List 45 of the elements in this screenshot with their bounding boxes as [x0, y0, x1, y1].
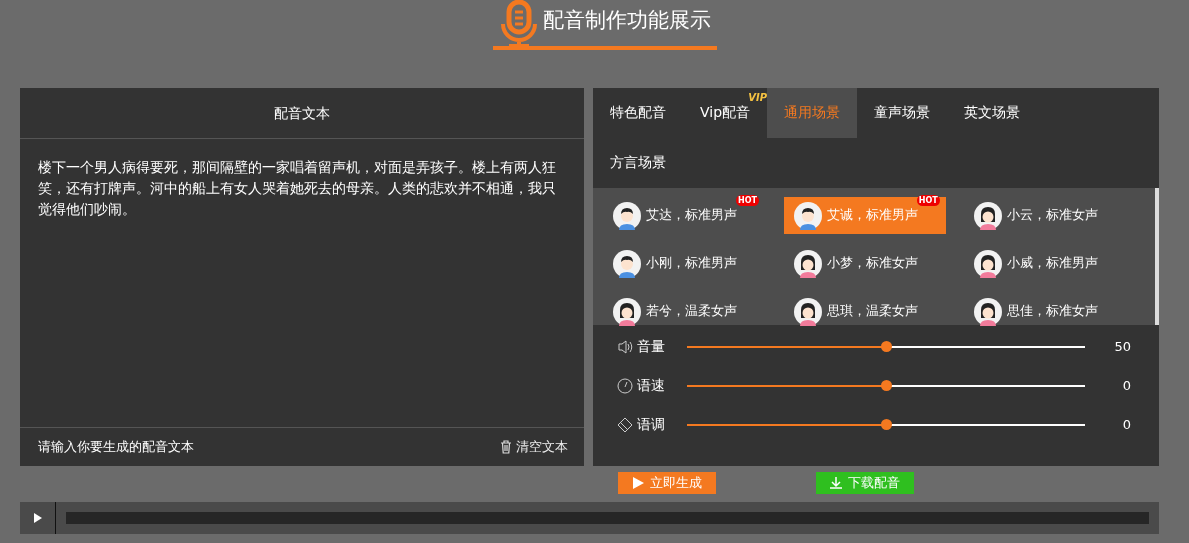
voice-item[interactable]: 小云，标准女声 [964, 197, 1127, 234]
slider-thumb[interactable] [881, 418, 892, 430]
hot-badge: HOT [736, 195, 759, 206]
voice-item[interactable]: 艾诚，标准男声 HOT [783, 197, 946, 234]
male-avatar-icon [793, 201, 822, 230]
slider-label: 语调 [637, 415, 666, 434]
text-area[interactable]: 楼下一个男人病得要死，那间隔壁的一家唱着留声机，对面是弄孩子。楼上有两人狂笑，还有打牌声。河中的船上有女人哭着她死去的母亲。人类的悲欢并不相通，我只觉得他们吵闹。 [20, 139, 584, 427]
male-avatar-icon [613, 201, 641, 230]
panel-title: 配音文本 [20, 88, 584, 139]
slider-thumb[interactable] [881, 340, 892, 352]
voice-item[interactable]: 小梦，标准女声 [783, 245, 946, 282]
hint-text: 请输入你要生成的配音文本 [38, 438, 194, 456]
slider-value: 0 [1121, 417, 1131, 432]
slider-value: 0 [1121, 378, 1131, 393]
tab[interactable]: 英文场景 [947, 88, 1038, 138]
download-icon [830, 477, 842, 489]
vip-label: VIP [748, 92, 768, 103]
female-avatar-icon [974, 201, 1003, 230]
slider-label: 语速 [637, 376, 666, 395]
female-avatar-icon [793, 249, 822, 278]
slider-label: 音量 [637, 337, 666, 356]
voice-item[interactable]: 艾达，标准男声 HOT [603, 197, 765, 234]
slider-thumb[interactable] [881, 379, 892, 391]
voice-item[interactable]: 小刚，标准男声 [603, 245, 765, 282]
page-title: 配音制作功能展示 [542, 7, 711, 34]
tab[interactable]: 童声场景 [857, 88, 948, 138]
voice-item[interactable]: 小威，标准男声 [964, 245, 1127, 282]
speaker-icon [617, 338, 633, 355]
play-icon [33, 513, 42, 523]
tab[interactable]: 方言场景 [593, 138, 683, 188]
gauge-icon [617, 377, 633, 394]
hot-badge: HOT [916, 195, 940, 206]
trash-icon [500, 440, 512, 454]
slider-value: 50 [1113, 339, 1131, 354]
female-avatar-icon [613, 297, 641, 326]
voice-item[interactable]: 思佳，标准女声 [964, 293, 1127, 330]
male-avatar-icon [613, 249, 641, 278]
female-avatar-icon [974, 297, 1003, 326]
voice-item[interactable]: 若兮，温柔女声 [603, 293, 765, 330]
voice-item[interactable]: 思琪，温柔女声 [783, 293, 946, 330]
clear-text-button[interactable]: 清空文本 [500, 438, 568, 456]
play-icon [632, 477, 644, 489]
tab[interactable]: 特色配音 [593, 88, 683, 138]
female-avatar-icon [974, 249, 1003, 278]
female-avatar-icon [793, 297, 822, 326]
